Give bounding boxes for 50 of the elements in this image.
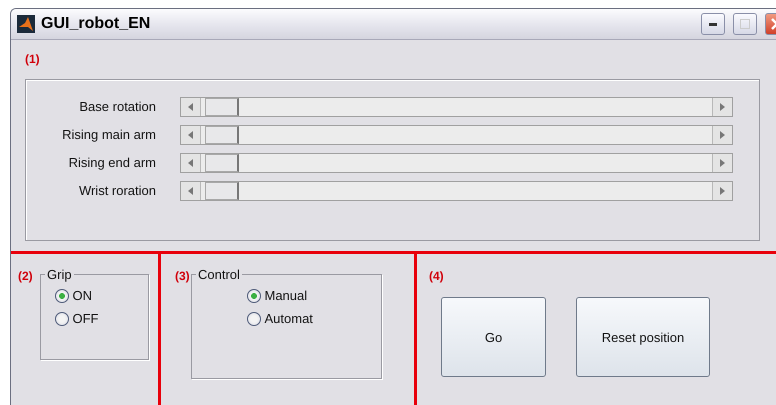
slider[interactable] [180, 125, 733, 145]
radio-icon [246, 312, 260, 326]
radio-option[interactable]: ON [54, 288, 134, 303]
slider-label: Wrist roration [78, 182, 156, 200]
right-arrow-button[interactable] [712, 126, 732, 144]
left-triangle-icon [188, 103, 193, 111]
right-triangle-icon [720, 103, 725, 111]
right-arrow-button[interactable] [712, 98, 732, 116]
slider-thumb[interactable] [205, 154, 239, 172]
right-triangle-icon [720, 159, 725, 167]
right-triangle-icon [720, 187, 725, 195]
section-number: (4) [429, 269, 444, 283]
slider[interactable] [180, 153, 733, 173]
left-triangle-icon [188, 187, 193, 195]
left-triangle-icon [188, 131, 193, 139]
section-number: (2) [18, 269, 33, 283]
left-arrow-button[interactable] [181, 126, 201, 144]
radio-option[interactable]: Manual [246, 288, 326, 303]
group-title: Grip [46, 267, 73, 282]
maximize-icon [740, 19, 750, 29]
minimize-icon [709, 22, 717, 26]
minimize-button[interactable] [701, 13, 725, 35]
left-arrow-button[interactable] [181, 182, 201, 200]
app-icon [17, 15, 35, 33]
right-arrow-button[interactable] [712, 182, 732, 200]
group-title: Control [197, 267, 241, 282]
slider-thumb[interactable] [205, 98, 239, 116]
maximize-button[interactable] [733, 13, 757, 35]
slider-label: Rising main arm [61, 126, 156, 144]
radio-option[interactable]: OFF [54, 311, 134, 326]
push-button[interactable]: Go [441, 297, 546, 377]
radio-icon [54, 288, 68, 302]
slider-thumb[interactable] [205, 182, 239, 200]
section-number: (3) [175, 269, 190, 283]
slider[interactable] [180, 181, 733, 201]
push-button[interactable]: Reset position [576, 297, 710, 377]
window-title: GUI_robot_EN [41, 15, 152, 33]
right-triangle-icon [720, 131, 725, 139]
left-triangle-icon [188, 159, 193, 167]
slider-label: Rising end arm [68, 154, 156, 172]
left-arrow-button[interactable] [181, 98, 201, 116]
slider-thumb[interactable] [205, 126, 239, 144]
radio-icon [246, 288, 260, 302]
left-arrow-button[interactable] [181, 154, 201, 172]
section-number: (1) [25, 52, 41, 68]
slider[interactable] [180, 97, 733, 117]
slider-label: Base rotation [78, 98, 156, 116]
right-arrow-button[interactable] [712, 154, 732, 172]
radio-option[interactable]: Automat [246, 311, 326, 326]
radio-icon [54, 312, 68, 326]
